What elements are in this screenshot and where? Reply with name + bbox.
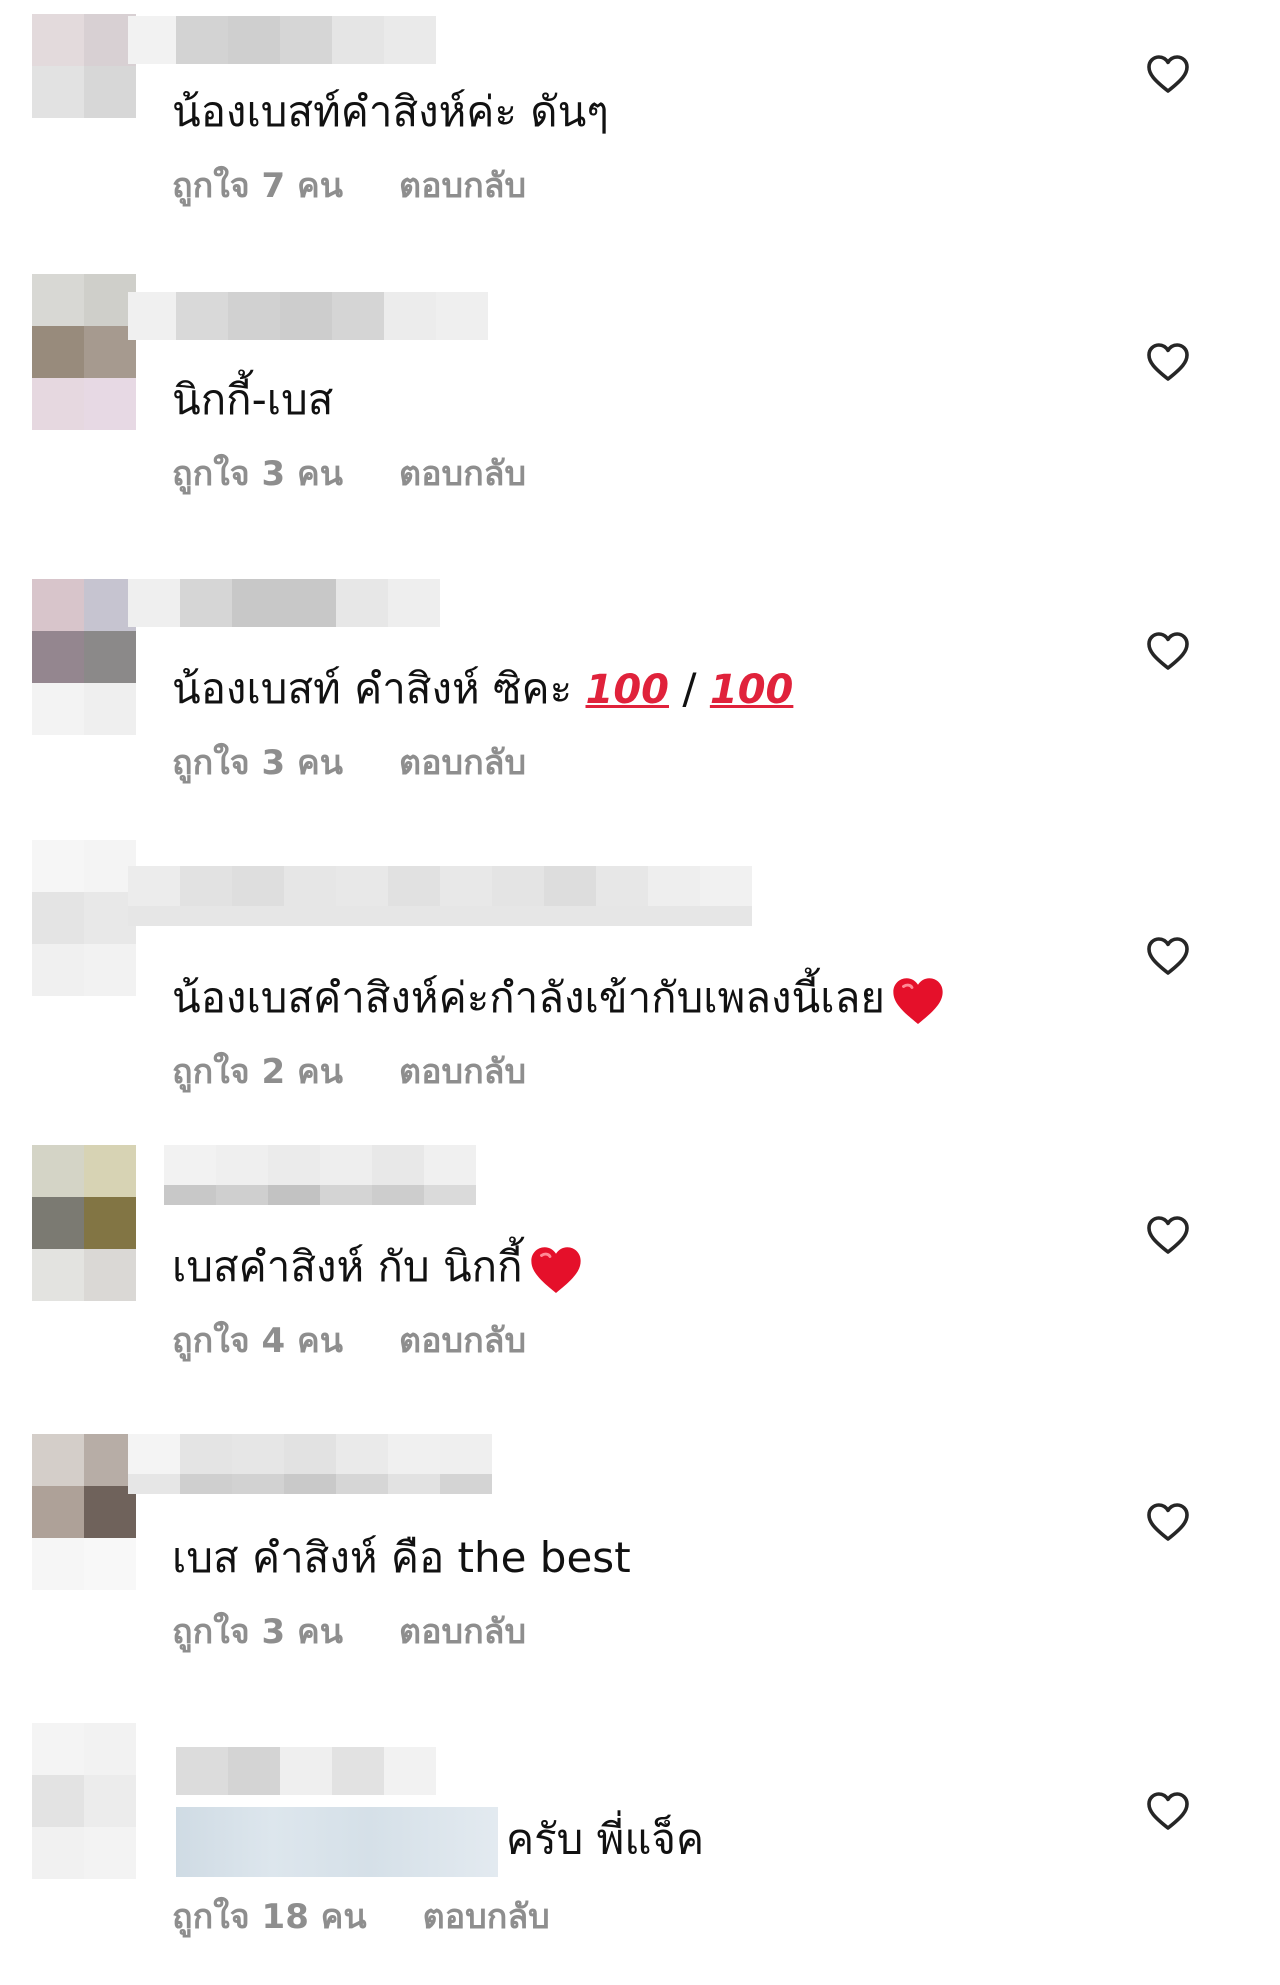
comment-text: น้องเบสคำสิงห์ค่ะกำลังเข้ากับเพลงนี้เลย <box>172 966 947 1030</box>
comment-text-main: น้องเบสคำสิงห์ค่ะกำลังเข้ากับเพลงนี้เลย <box>172 973 885 1022</box>
comment-item: น้องเบสท์คำสิงห์ค่ะ ดันๆ ถูกใจ 7 คน ตอบก… <box>0 0 1280 289</box>
comment-text: ครับ พี่แจ็ค <box>176 1807 704 1877</box>
heart-outline-icon[interactable] <box>1144 338 1192 386</box>
reply-button[interactable]: ตอบกลับ <box>399 735 526 791</box>
comment-text-main: น้องเบสท์ คำสิงห์ ซิคะ <box>172 664 586 713</box>
like-count[interactable]: ถูกใจ 4 คน <box>172 1313 343 1369</box>
comment-text-main: เบสคำสิงห์ กับ นิกกี้ <box>172 1242 523 1291</box>
hundred-points-emoji: 100 <box>585 667 670 713</box>
comment-meta: ถูกใจ 18 คน ตอบกลับ <box>172 1889 550 1945</box>
heart-outline-icon[interactable] <box>1144 1498 1192 1546</box>
username-redacted[interactable] <box>128 16 436 64</box>
hundred-points-emoji: 100 <box>709 667 794 713</box>
slash-separator: / <box>669 664 710 713</box>
comment-text: น้องเบสท์คำสิงห์ค่ะ ดันๆ <box>172 87 609 136</box>
red-heart-emoji <box>893 977 943 1024</box>
comment-item: เบส คำสิงห์ คือ the best ถูกใจ 3 คน ตอบก… <box>0 1434 1280 1733</box>
avatar[interactable] <box>32 579 136 735</box>
comment-meta: ถูกใจ 2 คน ตอบกลับ <box>172 1044 526 1100</box>
like-count[interactable]: ถูกใจ 7 คน <box>172 158 343 214</box>
avatar[interactable] <box>32 840 136 996</box>
comment-meta: ถูกใจ 3 คน ตอบกลับ <box>172 1604 526 1660</box>
avatar[interactable] <box>32 1434 136 1590</box>
red-heart-emoji <box>530 1246 581 1293</box>
comment-item: ครับ พี่แจ็ค ถูกใจ 18 คน ตอบกลับ <box>0 1723 1280 1985</box>
like-count[interactable]: ถูกใจ 2 คน <box>172 1044 343 1100</box>
avatar[interactable] <box>32 1145 136 1301</box>
username-redacted[interactable] <box>176 1747 436 1795</box>
like-count[interactable]: ถูกใจ 3 คน <box>172 735 343 791</box>
comment-item: นิกกี้-เบส ถูกใจ 3 คน ตอบกลับ <box>0 274 1280 577</box>
heart-outline-icon[interactable] <box>1144 50 1192 98</box>
comment-text: เบสคำสิงห์ กับ นิกกี้ <box>172 1235 585 1299</box>
username-redacted[interactable] <box>128 866 752 926</box>
reply-button[interactable]: ตอบกลับ <box>399 1604 526 1660</box>
like-count[interactable]: ถูกใจ 18 คน <box>172 1889 367 1945</box>
comment-item: น้องเบสคำสิงห์ค่ะกำลังเข้ากับเพลงนี้เลย … <box>0 840 1280 1155</box>
comment-item: เบสคำสิงห์ กับ นิกกี้ ถูกใจ 4 คน ตอบกลับ <box>0 1145 1280 1444</box>
avatar[interactable] <box>32 14 136 118</box>
comment-text-main: ครับ พี่แจ็ค <box>506 1814 705 1864</box>
comment-meta: ถูกใจ 7 คน ตอบกลับ <box>172 158 526 214</box>
like-count[interactable]: ถูกใจ 3 คน <box>172 446 343 502</box>
heart-outline-icon[interactable] <box>1144 1787 1192 1835</box>
redacted-mention <box>176 1807 498 1877</box>
reply-button[interactable]: ตอบกลับ <box>399 446 526 502</box>
heart-outline-icon[interactable] <box>1144 627 1192 675</box>
reply-button[interactable]: ตอบกลับ <box>399 158 526 214</box>
comment-meta: ถูกใจ 4 คน ตอบกลับ <box>172 1313 526 1369</box>
comment-item: น้องเบสท์ คำสิงห์ ซิคะ 100 / 100 ถูกใจ 3… <box>0 577 1280 866</box>
avatar[interactable] <box>32 1723 136 1879</box>
reply-button[interactable]: ตอบกลับ <box>399 1313 526 1369</box>
comment-text: นิกกี้-เบส <box>172 375 334 424</box>
username-redacted[interactable] <box>128 292 488 340</box>
comment-meta: ถูกใจ 3 คน ตอบกลับ <box>172 735 526 791</box>
username-redacted[interactable] <box>128 1434 492 1494</box>
comment-text: เบส คำสิงห์ คือ the best <box>172 1533 631 1582</box>
username-redacted[interactable] <box>128 579 440 627</box>
comment-text: น้องเบสท์ คำสิงห์ ซิคะ 100 / 100 <box>172 657 793 722</box>
reply-button[interactable]: ตอบกลับ <box>423 1889 550 1945</box>
like-count[interactable]: ถูกใจ 3 คน <box>172 1604 343 1660</box>
comment-meta: ถูกใจ 3 คน ตอบกลับ <box>172 446 526 502</box>
reply-button[interactable]: ตอบกลับ <box>399 1044 526 1100</box>
username-redacted[interactable] <box>164 1145 476 1205</box>
avatar[interactable] <box>32 274 136 430</box>
heart-outline-icon[interactable] <box>1144 1211 1192 1259</box>
heart-outline-icon[interactable] <box>1144 932 1192 980</box>
